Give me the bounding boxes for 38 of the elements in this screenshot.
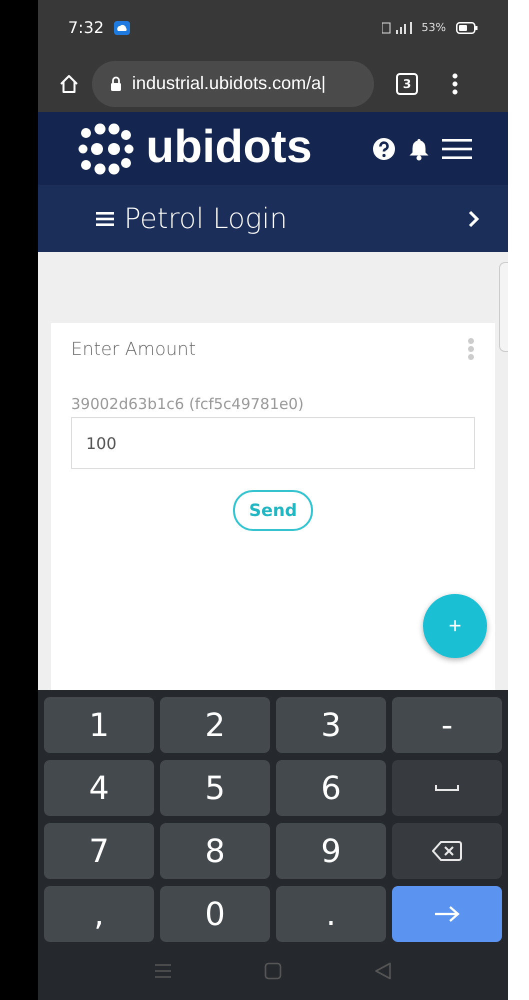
status-time: 7:32 <box>68 18 104 37</box>
chevron-right-icon[interactable] <box>468 210 480 228</box>
battery-icon <box>456 22 478 34</box>
dots-logo-icon <box>78 122 134 174</box>
home-icon[interactable] <box>58 72 80 94</box>
variable-label: 39002d63b1c6 (fcf5c49781e0) <box>71 395 305 413</box>
key[interactable]: 1 <box>44 697 154 753</box>
backspace-key[interactable] <box>392 823 502 879</box>
key[interactable]: , <box>44 886 154 942</box>
key[interactable]: 7 <box>44 823 154 879</box>
bell-icon[interactable] <box>408 136 430 160</box>
menu-icon[interactable] <box>442 138 472 160</box>
logo-text: ubidots <box>146 118 312 172</box>
dashboard-title[interactable]: Petrol Login <box>124 202 288 235</box>
key[interactable]: 6 <box>276 760 386 816</box>
key[interactable]: - <box>392 697 502 753</box>
battery-percent: 53% <box>422 21 446 34</box>
key[interactable]: 8 <box>160 823 270 879</box>
backspace-icon <box>432 840 462 862</box>
menu-icon[interactable] <box>452 72 458 94</box>
key[interactable]: 9 <box>276 823 386 879</box>
lock-icon <box>110 76 122 91</box>
help-icon[interactable] <box>372 136 396 160</box>
amount-input-field[interactable]: 100 <box>71 417 475 469</box>
arrow-right-icon <box>434 906 460 922</box>
cloud-app-icon <box>114 20 130 34</box>
key[interactable]: 2 <box>160 697 270 753</box>
menu-icon[interactable] <box>96 210 114 226</box>
tab-count-button[interactable]: 3 <box>396 72 418 94</box>
widget-title: Enter Amount <box>71 338 196 360</box>
key[interactable]: 4 <box>44 760 154 816</box>
key[interactable]: 5 <box>160 760 270 816</box>
key[interactable]: 0 <box>160 886 270 942</box>
space-icon <box>435 784 459 792</box>
scrollbar[interactable] <box>499 262 508 352</box>
key[interactable]: 3 <box>276 697 386 753</box>
key[interactable]: . <box>276 886 386 942</box>
address-bar[interactable]: industrial.ubidots.com/a| <box>92 60 374 106</box>
